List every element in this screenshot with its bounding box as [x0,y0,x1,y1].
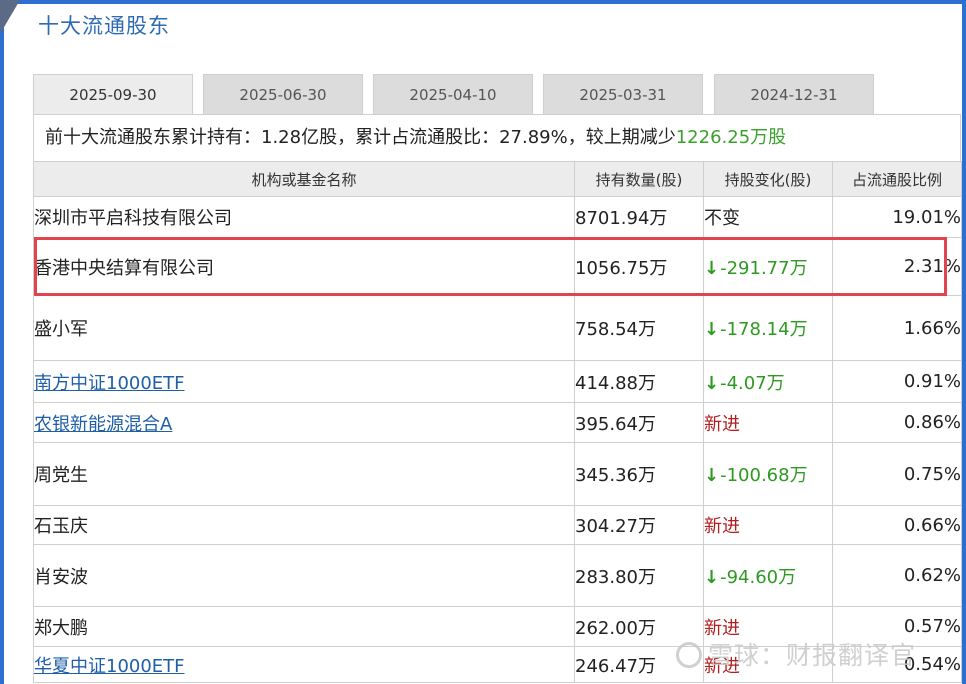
holder-name-cell: 香港中央结算有限公司 [33,237,575,296]
holder-name-link[interactable]: 南方中证1000ETF [34,373,185,394]
holding-change-cell: ↓-4.07万 [703,360,833,403]
holding-change-cell: ↓-100.68万 [703,442,833,506]
holder-name-link[interactable]: 农银新能源混合A [34,414,172,435]
holding-qty: 283.80万 [574,544,704,607]
table-row: 盛小军 758.54万 ↓-178.14万 1.66% [33,295,962,361]
holder-name: 周党生 [34,465,88,486]
holder-name-cell: 华夏中证1000ETF [33,646,575,683]
tab-2025-03-31[interactable]: 2025-03-31 [543,74,703,114]
tab-2025-04-10[interactable]: 2025-04-10 [373,74,533,114]
holding-qty: 304.27万 [574,505,704,545]
col-header-qty: 持有数量(股) [574,161,704,197]
holders-table: 机构或基金名称 持有数量(股) 持股变化(股) 占流通股比例 深圳市平启科技有限… [33,161,962,683]
holder-name: 石玉庆 [34,516,88,537]
tab-2024-12-31[interactable]: 2024-12-31 [714,74,874,114]
float-share-pct: 2.31% [832,237,962,296]
corner-decoration [0,0,20,34]
holder-name-cell: 农银新能源混合A [33,402,575,443]
table-row: 郑大鹏 262.00万 新进 0.57% [33,606,962,647]
arrow-down-icon: ↓ [704,566,720,588]
holder-name-cell: 周党生 [33,442,575,506]
holding-change-cell: ↓-94.60万 [703,544,833,607]
table-row: 香港中央结算有限公司 1056.75万 ↓-291.77万 2.31% [33,237,962,296]
holding-qty: 414.88万 [574,360,704,403]
table-row: 周党生 345.36万 ↓-100.68万 0.75% [33,442,962,506]
float-share-pct: 19.01% [832,196,962,238]
table-row: 深圳市平启科技有限公司 8701.94万 不变 19.01% [33,196,962,238]
holding-change-cell: 新进 [703,402,833,443]
summary-line: 前十大流通股东累计持有：1.28亿股，累计占流通股比：27.89%，较上期减少1… [45,123,786,149]
arrow-down-icon: ↓ [704,372,720,394]
panel-title: 十大流通股东 [38,14,170,38]
holder-name: 肖安波 [34,566,88,588]
holding-change: 新进 [704,413,740,435]
arrow-down-icon: ↓ [704,465,720,486]
float-share-pct: 0.86% [832,402,962,443]
holder-name-cell: 深圳市平启科技有限公司 [33,196,575,238]
table-row: 华夏中证1000ETF 246.47万 新进 0.54% [33,646,962,683]
holder-name: 郑大鹏 [34,617,88,639]
holding-change: 新进 [704,617,740,639]
holder-name: 深圳市平启科技有限公司 [34,208,232,229]
table-row: 肖安波 283.80万 ↓-94.60万 0.62% [33,544,962,607]
holder-name-cell: 石玉庆 [33,505,575,545]
summary-change: 1226.25万股 [675,127,787,148]
holding-change: 新进 [704,516,740,537]
arrow-down-icon: ↓ [704,257,720,279]
float-share-pct: 0.91% [832,360,962,403]
table-row: 石玉庆 304.27万 新进 0.66% [33,505,962,545]
holding-qty: 395.64万 [574,402,704,443]
col-header-pct: 占流通股比例 [832,161,962,197]
float-share-pct: 1.66% [832,295,962,361]
float-share-pct: 0.57% [832,606,962,647]
holder-name-cell: 南方中证1000ETF [33,360,575,403]
holder-name-cell: 盛小军 [33,295,575,361]
col-header-name: 机构或基金名称 [33,161,575,197]
holding-change-cell: ↓-291.77万 [703,237,833,296]
holding-change-cell: ↓-178.14万 [703,295,833,361]
holding-change: 不变 [704,208,740,229]
holding-change-cell: 不变 [703,196,833,238]
holding-change: -100.68万 [720,465,808,486]
holding-qty: 262.00万 [574,606,704,647]
holder-name-cell: 郑大鹏 [33,606,575,647]
table-row: 农银新能源混合A 395.64万 新进 0.86% [33,402,962,443]
tab-2025-06-30[interactable]: 2025-06-30 [203,74,363,114]
holder-name: 盛小军 [34,319,88,340]
holding-qty: 1056.75万 [574,237,704,296]
arrow-down-icon: ↓ [704,319,720,340]
holding-qty: 246.47万 [574,646,704,683]
table-header-row: 机构或基金名称 持有数量(股) 持股变化(股) 占流通股比例 [33,161,962,197]
holding-change: -4.07万 [720,372,785,394]
float-share-pct: 0.66% [832,505,962,545]
holder-name-link[interactable]: 华夏中证1000ETF [34,656,185,677]
holding-change: -178.14万 [720,319,808,340]
holding-change: -291.77万 [720,257,808,279]
summary-text: 前十大流通股东累计持有：1.28亿股，累计占流通股比：27.89%，较上期减少 [45,127,676,148]
col-header-change: 持股变化(股) [703,161,833,197]
tab-2025-09-30[interactable]: 2025-09-30 [33,74,193,115]
holding-qty: 345.36万 [574,442,704,506]
holding-change-cell: 新进 [703,606,833,647]
holding-qty: 8701.94万 [574,196,704,238]
holding-qty: 758.54万 [574,295,704,361]
holder-name-cell: 肖安波 [33,544,575,607]
holder-name: 香港中央结算有限公司 [34,257,214,279]
holding-change: -94.60万 [720,566,797,588]
float-share-pct: 0.75% [832,442,962,506]
float-share-pct: 0.62% [832,544,962,607]
holding-change-cell: 新进 [703,505,833,545]
float-share-pct: 0.54% [832,646,962,683]
table-row: 南方中证1000ETF 414.88万 ↓-4.07万 0.91% [33,360,962,403]
holding-change: 新进 [704,655,740,677]
holding-change-cell: 新进 [703,646,833,683]
